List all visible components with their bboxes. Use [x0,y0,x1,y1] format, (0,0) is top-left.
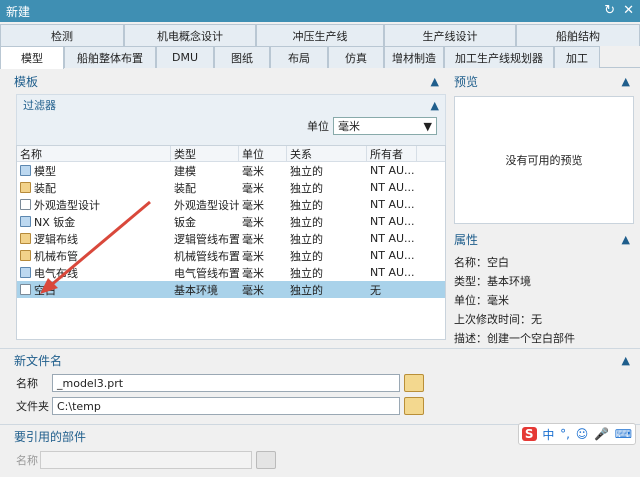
template-header[interactable]: 模板 ▲ [10,70,443,92]
table-row[interactable]: 逻辑布线 逻辑管线布置 毫米 独立的 NT AU... [17,230,445,247]
ref-name-label: 名称 [16,454,38,467]
prop-type: 类型：基本环境 [454,274,531,288]
prop-desc: 描述：创建一个空白部件 [454,331,575,345]
unit-label: 单位 [307,120,329,133]
document-icon [20,199,31,210]
table-row[interactable]: NX 钣金 钣金 毫米 独立的 NT AU... [17,213,445,230]
ime-mode[interactable]: 中 [542,426,554,443]
emoji-icon[interactable]: ☺ [576,427,589,441]
table-row[interactable]: 装配 装配 毫米 独立的 NT AU... [17,179,445,196]
table-row[interactable]: 外观造型设计 外观造型设计 毫米 独立的 NT AU... [17,196,445,213]
table-row[interactable]: 电气布线 电气管线布置 毫米 独立的 NT AU... [17,264,445,281]
tab-ship-structure[interactable]: 船舶结构 [516,24,640,46]
tab-mechatronics[interactable]: 机电概念设计 [124,24,256,46]
col-name[interactable]: 名称 [17,146,171,161]
tab-model[interactable]: 模型 [0,46,64,69]
sheet-metal-icon [20,216,31,227]
properties-title: 属性 [454,232,479,247]
tab-simulation[interactable]: 仿真 [328,46,384,68]
preview-title: 预览 [454,74,479,89]
properties-list: 名称：空白 类型：基本环境 单位：毫米 上次修改时间：无 描述：创建一个空白部件 [454,252,636,347]
tab-machining-planner[interactable]: 加工生产线规划器 [444,46,554,68]
prop-name: 名称：空白 [454,255,509,269]
table-row[interactable]: 机械布管 机械管线布置 毫米 独立的 NT AU... [17,247,445,264]
file-name-input[interactable]: _model3.prt [52,374,400,392]
tab-machining[interactable]: 加工 [554,46,600,68]
folder-open-icon[interactable] [404,374,424,392]
sogou-logo-icon[interactable]: S [521,427,537,441]
template-panel: 模板 ▲ 过滤器 ▲ 单位 毫米 ▼ 名称 类型 单位 关系 所有者 模型 建模… [10,70,446,345]
chevron-down-icon: ▼ [423,119,432,133]
tab-row-back: 检测 机电概念设计 冲压生产线 生产线设计 船舶结构 [0,24,640,46]
electrical-icon [20,267,31,278]
table-row[interactable]: 模型 建模 毫米 独立的 NT AU... [17,162,445,179]
chevron-up-icon[interactable]: ▲ [622,75,630,88]
folder-row: 文件夹 C:\temp [16,396,424,416]
folder-open-icon [256,451,276,469]
new-file-header[interactable]: 新文件名 ▲ [0,349,640,371]
tab-inspection[interactable]: 检测 [0,24,124,46]
unit-value: 毫米 [338,120,360,133]
template-title: 模板 [14,74,39,89]
tab-press-line[interactable]: 冲压生产线 [256,24,384,46]
col-relation[interactable]: 关系 [287,146,367,161]
col-owner[interactable]: 所有者 [367,146,417,161]
chevron-up-icon[interactable]: ▲ [622,354,630,367]
template-table: 名称 类型 单位 关系 所有者 模型 建模 毫米 独立的 NT AU... 装配… [16,145,446,340]
prop-modified: 上次修改时间：无 [454,312,542,326]
reset-icon[interactable]: ↻ [604,3,615,18]
tab-additive[interactable]: 增材制造 [384,46,444,68]
folder-open-icon[interactable] [404,397,424,415]
folder-input[interactable]: C:\temp [52,397,400,415]
folder-label: 文件夹 [16,400,49,413]
file-name-row: 名称 _model3.prt [16,373,424,393]
chevron-up-icon[interactable]: ▲ [622,233,630,246]
piping-icon [20,250,31,261]
logic-routing-icon [20,233,31,244]
preview-panel: 预览 ▲ 没有可用的预览 属性 ▲ 名称：空白 类型：基本环境 单位：毫米 上次… [450,70,640,345]
preview-empty-text: 没有可用的预览 [505,154,583,167]
table-row-selected[interactable]: 空白 基本环境 毫米 独立的 无 [17,281,445,298]
col-unit[interactable]: 单位 [239,146,287,161]
unit-select[interactable]: 毫米 ▼ [333,117,437,135]
chevron-up-icon[interactable]: ▲ [431,99,439,112]
window-controls: ↻ ✕ [604,3,634,18]
model-icon [20,165,31,176]
properties-header[interactable]: 属性 ▲ [450,228,640,250]
new-file-section: 新文件名 ▲ 名称 _model3.prt 文件夹 C:\temp [0,348,640,424]
tab-layout[interactable]: 布局 [270,46,328,68]
table-header: 名称 类型 单位 关系 所有者 [17,146,445,162]
preview-box: 没有可用的预览 [454,96,634,224]
tab-ship-layout[interactable]: 船舶整体布置 [64,46,156,68]
tab-dmu[interactable]: DMU [156,46,214,68]
referenced-parts-title: 要引用的部件 [14,429,87,444]
filter-header[interactable]: 过滤器 ▲ [17,95,445,115]
blank-document-icon [20,284,31,295]
title-bar: 新建 ↻ ✕ [0,0,640,22]
tab-row-front: 模型 船舶整体布置 DMU 图纸 布局 仿真 增材制造 加工生产线规划器 加工 [0,46,640,69]
window-title: 新建 [6,4,31,19]
preview-header[interactable]: 预览 ▲ [450,70,640,92]
tab-drawing[interactable]: 图纸 [214,46,270,68]
punctuation-icon[interactable]: °, [560,427,570,441]
new-file-title: 新文件名 [14,353,63,368]
tab-line-design[interactable]: 生产线设计 [384,24,516,46]
ref-name-row: 名称 [16,450,276,470]
ime-toolbar: S 中 °, ☺ 🎤 ⌨ [518,423,636,445]
filter-title: 过滤器 [23,99,56,112]
assembly-icon [20,182,31,193]
microphone-icon[interactable]: 🎤 [594,427,609,441]
col-type[interactable]: 类型 [171,146,239,161]
close-icon[interactable]: ✕ [623,3,634,18]
ref-name-input [40,451,252,469]
file-name-label: 名称 [16,377,38,390]
chevron-up-icon[interactable]: ▲ [431,75,439,88]
prop-unit: 单位：毫米 [454,293,509,307]
keyboard-icon[interactable]: ⌨ [615,427,632,441]
unit-row: 单位 毫米 ▼ [307,117,437,135]
